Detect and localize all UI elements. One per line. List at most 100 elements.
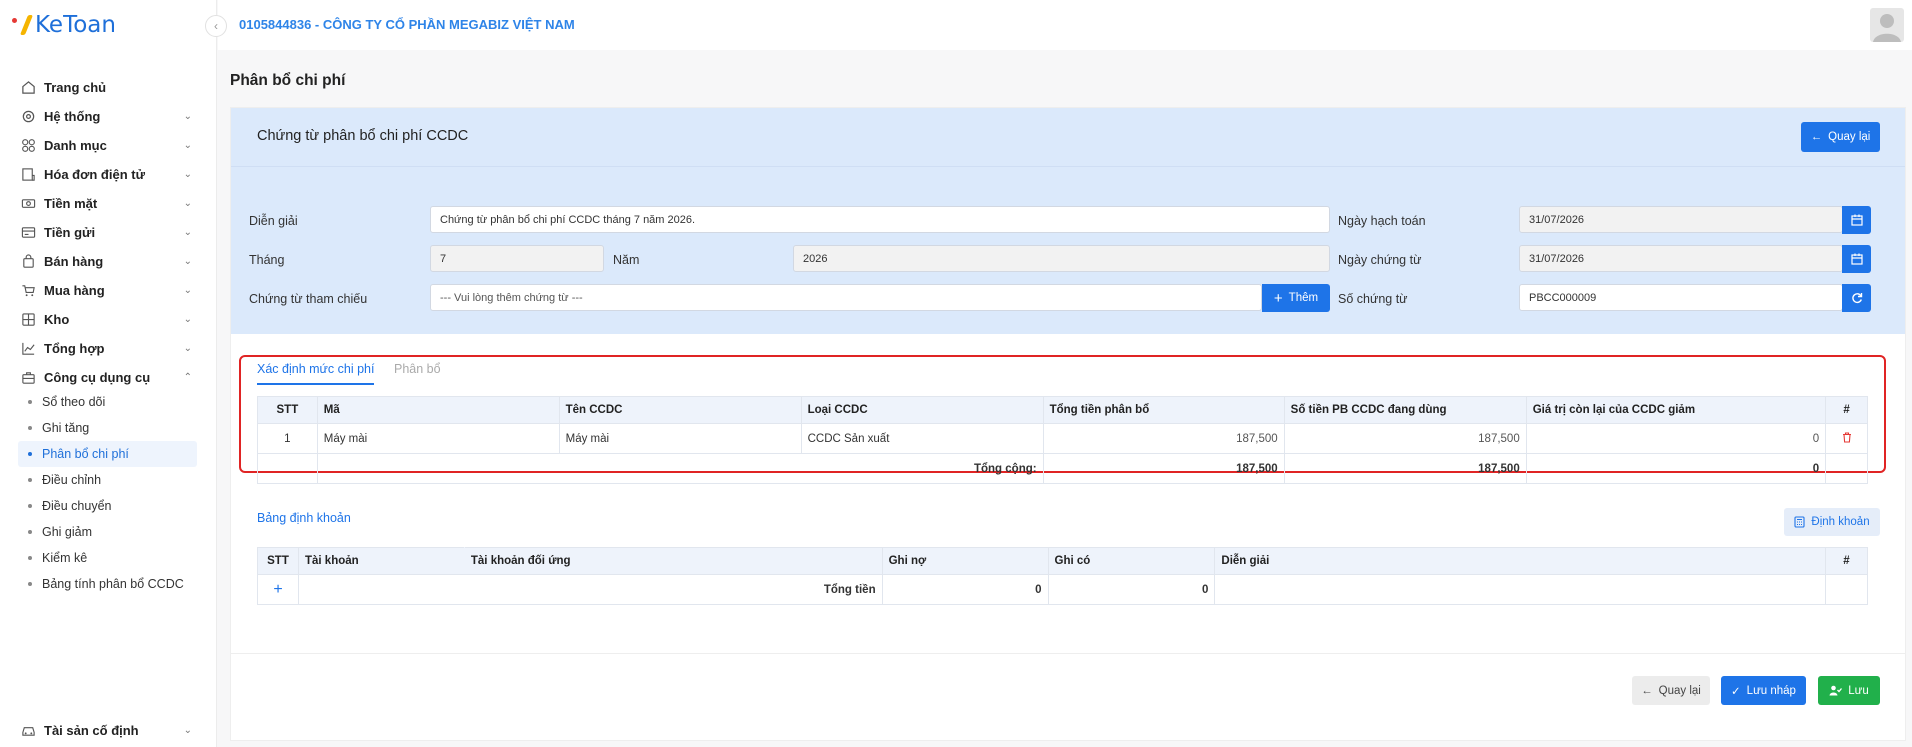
ngay-chung-tu-label: Ngày chứng từ xyxy=(1338,253,1422,267)
col-header: # xyxy=(1824,547,1869,575)
cell-loai: CCDC Sản xuất xyxy=(800,423,1044,454)
ngay-chung-tu-calendar-button[interactable] xyxy=(1842,245,1871,273)
ngay-hach-toan-calendar-button[interactable] xyxy=(1842,206,1871,234)
total-ghi-no: 0 xyxy=(881,574,1049,605)
company-name[interactable]: 0105844836 - CÔNG TY CỔ PHẦN MEGABIZ VIỆ… xyxy=(239,17,575,32)
add-row-button[interactable]: + xyxy=(257,574,299,605)
chevron-down-icon: ⌄ xyxy=(183,168,192,180)
avatar[interactable] xyxy=(1870,8,1904,42)
sidebar-item-label: Tổng hợp xyxy=(44,340,105,356)
grid-icon xyxy=(20,137,36,153)
brand-name: KeToan xyxy=(35,12,116,38)
save-label: Lưu xyxy=(1848,684,1869,697)
save-draft-label: Lưu nháp xyxy=(1746,684,1796,697)
sidebar-item-mua-hang[interactable]: Mua hàng ⌄ xyxy=(20,275,192,305)
sidebar-subitem-so-theo-doi[interactable]: Sổ theo dõi xyxy=(18,389,197,415)
card-title: Chứng từ phân bổ chi phí CCDC xyxy=(257,128,469,144)
sidebar-item-label: Tài sản cố định xyxy=(44,722,139,738)
sidebar-item-danh-muc[interactable]: Danh mục ⌄ xyxy=(20,130,192,160)
sidebar-item-tong-hop[interactable]: Tổng hợp ⌄ xyxy=(20,333,192,363)
sidebar-item-tien-mat[interactable]: Tiền mặt ⌄ xyxy=(20,188,192,218)
col-header: Giá trị còn lại của CCDC giảm xyxy=(1525,396,1827,424)
col-header: Tài khoản đối ứng xyxy=(463,547,883,575)
user-check-icon xyxy=(1829,685,1843,696)
arrow-left-icon: ← xyxy=(1810,131,1823,143)
thang-input[interactable]: 7 xyxy=(430,245,604,272)
chevron-down-icon: ⌄ xyxy=(183,342,192,354)
sidebar-subitem-kiem-ke[interactable]: Kiểm kê xyxy=(18,545,197,571)
sidebar-subitem-dieu-chuyen[interactable]: Điều chuyển xyxy=(18,493,197,519)
sidebar-item-cong-cu-dung-cu[interactable]: Công cụ dụng cụ ⌃ xyxy=(20,362,192,392)
chevron-down-icon: ⌄ xyxy=(183,110,192,122)
sidebar-subitem-label: Điều chuyển xyxy=(42,499,112,513)
so-chung-tu-refresh-button[interactable] xyxy=(1842,284,1871,312)
chevron-down-icon: ⌄ xyxy=(183,139,192,151)
sidebar-item-label: Mua hàng xyxy=(44,282,105,298)
save-button[interactable]: Lưu xyxy=(1818,676,1880,705)
tab-phan-bo[interactable]: Phân bổ xyxy=(394,362,441,376)
ngay-hach-toan-input[interactable]: 31/07/2026 xyxy=(1519,206,1843,233)
ngay-chung-tu-input[interactable]: 31/07/2026 xyxy=(1519,245,1843,272)
sidebar-item-ban-hang[interactable]: Bán hàng ⌄ xyxy=(20,246,192,276)
sidebar-item-kho[interactable]: Kho ⌄ xyxy=(20,304,192,334)
voucher-form: Diễn giải Chứng từ phân bổ chi phí CCDC … xyxy=(231,166,1905,334)
chart-icon xyxy=(20,340,36,356)
cell-empty xyxy=(1824,574,1869,605)
col-header: Ghi nợ xyxy=(881,547,1049,575)
gear-icon xyxy=(20,108,36,124)
delete-row-button[interactable] xyxy=(1825,423,1868,454)
sidebar-subitem-phan-bo-chi-phi[interactable]: Phân bổ chi phí xyxy=(18,441,197,467)
topbar: 0105844836 - CÔNG TY CỔ PHẦN MEGABIZ VIỆ… xyxy=(218,0,1912,50)
accounting-title[interactable]: Bảng định khoản xyxy=(257,511,351,525)
cell-empty xyxy=(1214,574,1826,605)
voucher-card: Chứng từ phân bổ chi phí CCDC ← Quay lại… xyxy=(230,107,1906,741)
dinh-khoan-button[interactable]: Định khoản xyxy=(1784,508,1880,536)
tools-icon xyxy=(20,369,36,385)
tham-chieu-input[interactable]: --- Vui lòng thêm chứng từ --- xyxy=(430,284,1262,311)
ngay-hach-toan-label: Ngày hạch toán xyxy=(1338,214,1426,228)
bullet-icon xyxy=(28,452,32,456)
sidebar-item-hoa-don[interactable]: Hóa đơn điện tử ⌄ xyxy=(20,159,192,189)
col-header: Tổng tiền phân bổ xyxy=(1042,396,1285,424)
brand-logo[interactable]: KeToan xyxy=(12,10,116,40)
nam-input[interactable]: 2026 xyxy=(793,245,1330,272)
dinh-khoan-label: Định khoản xyxy=(1811,516,1870,528)
total-ghi-co: 0 xyxy=(1047,574,1216,605)
sidebar-collapse-button[interactable]: ‹ xyxy=(205,15,227,37)
back-button-bottom[interactable]: ← Quay lại xyxy=(1632,676,1710,705)
dien-giai-input[interactable]: Chứng từ phân bổ chi phí CCDC tháng 7 nă… xyxy=(430,206,1330,233)
so-chung-tu-label: Số chứng từ xyxy=(1338,292,1408,306)
invoice-icon xyxy=(20,166,36,182)
check-icon: ✓ xyxy=(1731,685,1741,698)
sidebar-subitem-ghi-giam[interactable]: Ghi giảm xyxy=(18,519,197,545)
tab-xac-dinh-muc-chi-phi[interactable]: Xác định mức chi phí xyxy=(257,362,375,385)
sidebar-subitem-label: Bảng tính phân bổ CCDC xyxy=(42,577,184,591)
sidebar-item-tai-san-co-dinh[interactable]: Tài sản cố định ⌄ xyxy=(20,715,192,745)
col-header: Tài khoản xyxy=(297,547,465,575)
sidebar-subitem-ghi-tang[interactable]: Ghi tăng xyxy=(18,415,197,441)
warehouse-icon xyxy=(20,311,36,327)
sidebar: KeToan Trang chủ Hệ thống ⌄ Danh mục ⌄ H… xyxy=(0,0,217,747)
sidebar-item-tien-gui[interactable]: Tiền gửi ⌄ xyxy=(20,217,192,247)
sidebar-subitem-bang-tinh-phan-bo[interactable]: Bảng tính phân bổ CCDC xyxy=(18,571,197,597)
cash-icon xyxy=(20,195,36,211)
them-button[interactable]: + Thêm xyxy=(1262,284,1330,312)
sidebar-item-he-thong[interactable]: Hệ thống ⌄ xyxy=(20,101,192,131)
bullet-icon xyxy=(28,556,32,560)
trash-icon xyxy=(1842,431,1851,443)
page-title: Phân bổ chi phí xyxy=(230,72,346,89)
sidebar-item-trang-chu[interactable]: Trang chủ xyxy=(20,72,192,102)
total-tong: 187,500 xyxy=(1042,453,1285,484)
so-chung-tu-input[interactable]: PBCC000009 xyxy=(1519,284,1843,311)
arrow-left-icon: ← xyxy=(1641,684,1653,697)
chevron-down-icon: ⌄ xyxy=(183,313,192,325)
back-button-top[interactable]: ← Quay lại xyxy=(1801,122,1880,152)
sidebar-subitem-dieu-chinh[interactable]: Điều chỉnh xyxy=(18,467,197,493)
nam-label: Năm xyxy=(613,253,640,267)
sidebar-subitem-label: Kiểm kê xyxy=(42,551,88,565)
save-draft-button[interactable]: ✓ Lưu nháp xyxy=(1721,676,1806,705)
total-label: Tổng cộng: xyxy=(316,453,1044,484)
sidebar-item-label: Hệ thống xyxy=(44,108,101,124)
divider xyxy=(231,653,1905,654)
cell-ma: Máy mài xyxy=(316,423,560,454)
